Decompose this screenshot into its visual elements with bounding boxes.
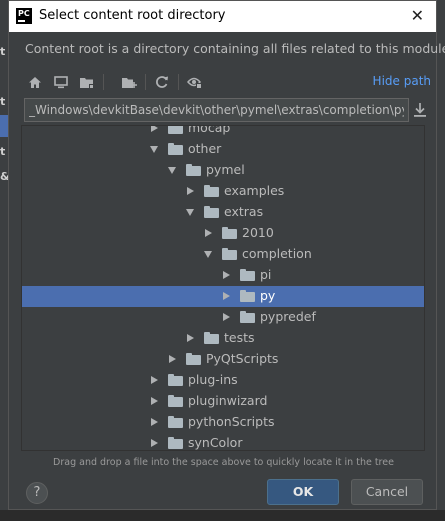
folder-icon (186, 164, 201, 176)
tree-row-label: tests (224, 330, 255, 345)
chevron-right-icon[interactable] (151, 439, 158, 447)
folder-icon (168, 126, 183, 134)
tree-row[interactable]: extras (22, 202, 424, 223)
folder-icon (204, 206, 219, 218)
folder-icon (168, 416, 183, 428)
tree-row[interactable]: other (22, 139, 424, 160)
folder-icon (222, 248, 237, 260)
tree-row[interactable]: pymel (22, 160, 424, 181)
chevron-right-icon[interactable] (151, 397, 158, 405)
tree-row[interactable]: synColor (22, 433, 424, 450)
folder-icon (204, 185, 219, 197)
tree-row-label: pymel (206, 162, 245, 177)
show-hidden-icon[interactable] (185, 71, 205, 93)
toolbar-separator (145, 74, 146, 90)
dialog-title: Select content root directory (39, 8, 226, 23)
tree-row[interactable]: 2010 (22, 223, 424, 244)
pycharm-app-icon: PC (16, 8, 32, 24)
tree-row-label: pypredef (260, 309, 316, 324)
tree-row[interactable]: pypredef (22, 307, 424, 328)
tree-row[interactable]: pluginwizard (22, 391, 424, 412)
tree-row-label: completion (242, 246, 312, 261)
chevron-down-icon[interactable] (168, 167, 176, 174)
tree-row-label: extras (224, 204, 264, 219)
tree-row-label: pi (260, 267, 272, 282)
toolbar: Hide path (21, 71, 431, 93)
path-input[interactable] (25, 99, 408, 121)
tree-row-label: pythonScripts (188, 414, 275, 429)
tree-row-label: 2010 (242, 225, 274, 240)
ok-button[interactable]: OK (267, 479, 339, 505)
folder-icon (240, 290, 255, 302)
chevron-right-icon[interactable] (223, 313, 230, 321)
chevron-right-icon[interactable] (151, 126, 158, 132)
title-bar[interactable]: PC Select content root directory ✕ (9, 1, 436, 32)
tree-row[interactable]: completion (22, 244, 424, 265)
chevron-right-icon[interactable] (151, 418, 158, 426)
background-ide-edge (437, 0, 445, 521)
chevron-right-icon[interactable] (169, 355, 176, 363)
hide-path-link[interactable]: Hide path (373, 74, 431, 88)
tree-row[interactable]: mocap (22, 125, 424, 139)
folder-icon (240, 269, 255, 281)
tree-row-label: PyQtScripts (206, 351, 279, 366)
tree-row-label: synColor (188, 435, 243, 450)
select-content-root-dialog: PC Select content root directory ✕ Conte… (8, 0, 445, 510)
folder-icon (168, 374, 183, 386)
tree-row[interactable]: py (22, 286, 424, 307)
home-icon[interactable] (25, 71, 45, 93)
folder-icon (168, 437, 183, 449)
background-ide-bottom (0, 510, 445, 521)
toolbar-separator (178, 74, 179, 90)
project-folder-icon[interactable] (77, 71, 97, 93)
bg-selection (0, 115, 8, 137)
close-icon[interactable]: ✕ (411, 6, 424, 25)
bg-text-fragment: t (0, 45, 6, 58)
cancel-button[interactable]: Cancel (351, 479, 423, 505)
chevron-right-icon[interactable] (187, 187, 194, 195)
chevron-right-icon[interactable] (187, 334, 194, 342)
tree-row-label: examples (224, 183, 285, 198)
toolbar-separator (103, 74, 104, 90)
drag-drop-hint: Drag and drop a file into the space abov… (53, 457, 394, 468)
help-button[interactable]: ? (26, 482, 48, 504)
tree-scrollbar[interactable] (424, 379, 425, 409)
chevron-down-icon[interactable] (186, 209, 194, 216)
tree-row-label: other (188, 141, 222, 156)
chevron-right-icon[interactable] (223, 271, 230, 279)
folder-icon (168, 395, 183, 407)
new-folder-icon[interactable] (119, 71, 139, 93)
tree-row-label: plug-ins (188, 372, 238, 387)
tree-row[interactable]: PyQtScripts (22, 349, 424, 370)
folder-icon (186, 353, 201, 365)
path-field-container (24, 98, 409, 122)
chevron-right-icon[interactable] (223, 292, 230, 300)
desktop-icon[interactable] (51, 71, 71, 93)
chevron-down-icon[interactable] (204, 251, 212, 258)
refresh-icon[interactable] (152, 71, 172, 93)
chevron-right-icon[interactable] (151, 376, 158, 384)
folder-icon (222, 227, 237, 239)
folder-icon (204, 332, 219, 344)
chevron-down-icon[interactable] (150, 146, 158, 153)
download-icon[interactable] (413, 102, 427, 118)
tree-row[interactable]: pi (22, 265, 424, 286)
tree-row[interactable]: examples (22, 181, 424, 202)
description-text: Content root is a directory containing a… (25, 41, 445, 56)
tree-row[interactable]: pythonScripts (22, 412, 424, 433)
tree-row-label: py (260, 288, 276, 303)
directory-tree[interactable]: mocap other pymel examples extras 2010 complet… (21, 125, 425, 451)
folder-icon (240, 311, 255, 323)
tree-row-label: pluginwizard (188, 393, 268, 408)
tree-row-label: mocap (188, 125, 231, 135)
tree-row[interactable]: tests (22, 328, 424, 349)
bg-text-fragment: t (0, 95, 6, 108)
folder-icon (168, 143, 183, 155)
chevron-right-icon[interactable] (205, 229, 212, 237)
bg-text-fragment: t (0, 145, 6, 158)
tree-row[interactable]: plug-ins (22, 370, 424, 391)
